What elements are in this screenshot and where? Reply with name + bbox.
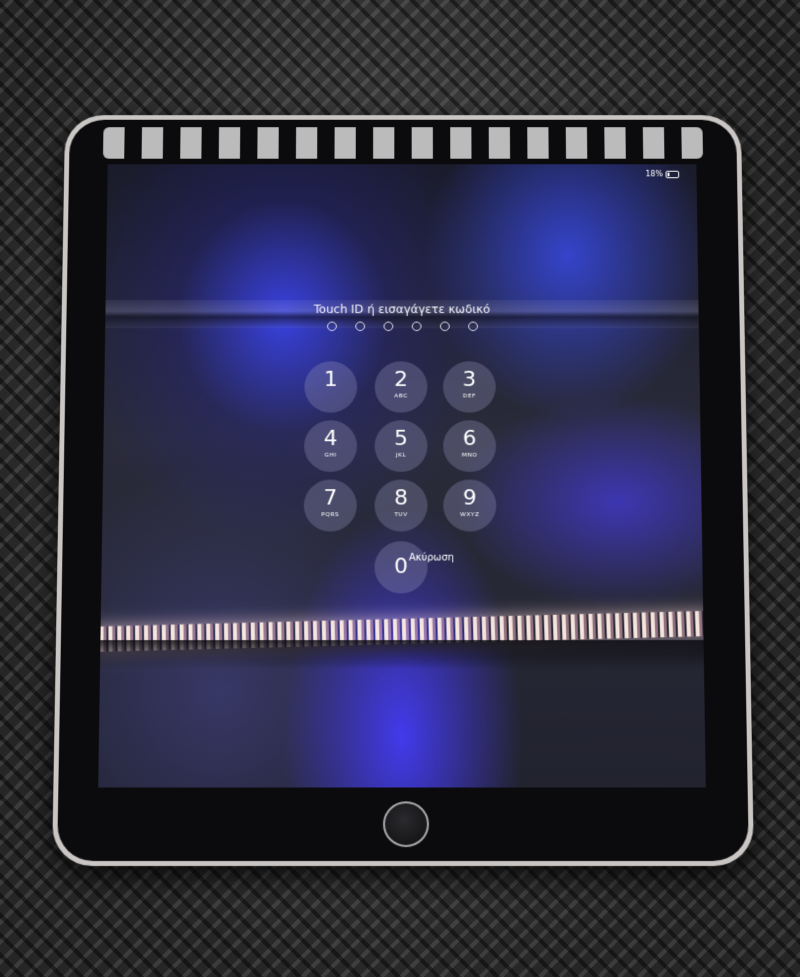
passcode-dot xyxy=(354,321,365,332)
key-digit: 5 xyxy=(394,426,408,451)
key-letters: GHI xyxy=(324,451,337,459)
key-1[interactable]: 1 xyxy=(304,361,358,413)
passcode-dot xyxy=(411,321,422,332)
ceiling-reflection xyxy=(102,127,704,159)
passcode-prompt: Touch ID ή εισαγάγετε κωδικό xyxy=(313,302,491,316)
lock-screen: 18% Touch ID ή εισαγάγετε κωδικό 1 2 ABC … xyxy=(98,164,706,788)
key-digit: 6 xyxy=(462,426,477,451)
passcode-dot xyxy=(467,321,478,332)
key-digit: 8 xyxy=(394,486,408,511)
key-6[interactable]: 6 MNO xyxy=(443,420,497,472)
key-letters: ABC xyxy=(394,392,408,400)
device-bezel: 18% Touch ID ή εισαγάγετε κωδικό 1 2 ABC … xyxy=(57,119,749,862)
battery-percent: 18% xyxy=(645,169,663,179)
key-digit: 9 xyxy=(462,486,477,511)
key-4[interactable]: 4 GHI xyxy=(303,420,358,472)
key-7[interactable]: 7 PQRS xyxy=(303,479,357,532)
key-digit: 2 xyxy=(394,367,408,392)
passcode-dot xyxy=(326,321,337,332)
key-3[interactable]: 3 DEF xyxy=(442,361,496,413)
key-2[interactable]: 2 ABC xyxy=(374,361,428,413)
passcode-dots xyxy=(105,321,699,332)
key-8[interactable]: 8 TUV xyxy=(374,479,428,532)
key-letters: WXYZ xyxy=(460,511,480,519)
key-digit: 4 xyxy=(323,426,338,451)
cancel-button[interactable]: Ακύρωση xyxy=(409,553,454,564)
key-letters: DEF xyxy=(462,392,476,400)
ipad-device: 18% Touch ID ή εισαγάγετε κωδικό 1 2 ABC … xyxy=(52,115,754,867)
key-5[interactable]: 5 JKL xyxy=(374,420,428,472)
passcode-dot xyxy=(383,321,393,332)
key-letters: MNO xyxy=(461,451,478,459)
key-digit: 1 xyxy=(323,367,338,392)
status-bar: 18% xyxy=(645,169,680,179)
key-letters: TUV xyxy=(394,511,408,519)
key-9[interactable]: 9 WXYZ xyxy=(443,479,497,532)
glare-shadow xyxy=(100,640,705,670)
key-0[interactable]: 0 xyxy=(374,541,428,594)
home-button[interactable] xyxy=(383,801,429,848)
key-letters: PQRS xyxy=(321,511,340,519)
key-letters: JKL xyxy=(395,451,407,459)
battery-icon xyxy=(665,170,680,178)
key-digit: 7 xyxy=(323,486,338,511)
key-digit: 3 xyxy=(462,367,477,392)
passcode-dot xyxy=(439,321,450,332)
